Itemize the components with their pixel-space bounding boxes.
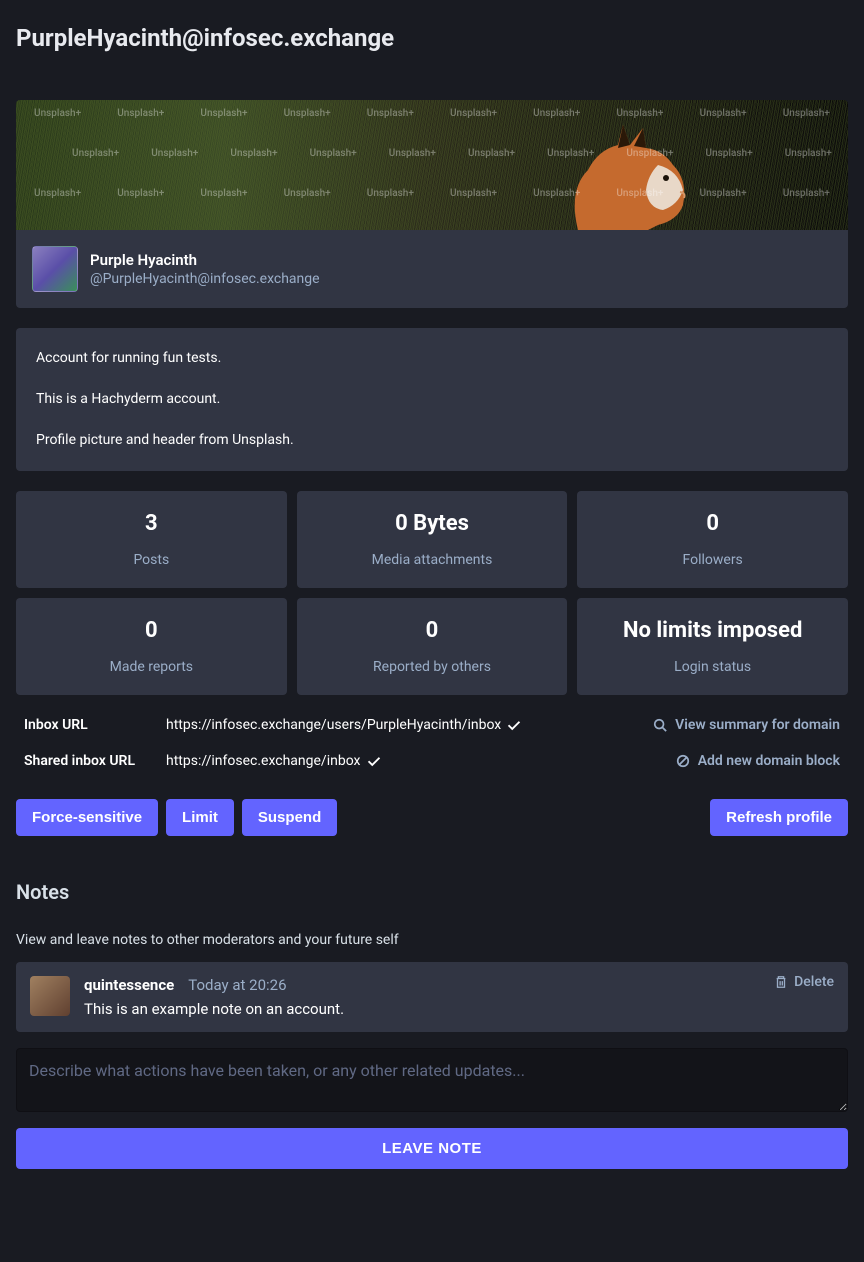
stat-label: Followers [587, 552, 838, 568]
stat-followers[interactable]: 0 Followers [577, 491, 848, 588]
note-author: quintessence [84, 976, 174, 994]
avatar [32, 246, 78, 292]
force-sensitive-button[interactable]: Force-sensitive [16, 799, 158, 836]
stat-made-reports[interactable]: 0 Made reports [16, 598, 287, 695]
display-name: Purple Hyacinth [90, 251, 320, 269]
stat-value: 0 [307, 618, 558, 643]
stat-media[interactable]: 0 Bytes Media attachments [297, 491, 568, 588]
note-text: This is an example note on an account. [84, 1000, 834, 1018]
details-label: Shared inbox URL [24, 753, 166, 769]
suspend-button[interactable]: Suspend [242, 799, 337, 836]
stat-label: Login status [587, 659, 838, 675]
stat-value: 3 [26, 511, 277, 536]
bio-line: This is a Hachyderm account. [36, 389, 828, 410]
details-table: Inbox URL https://infosec.exchange/users… [16, 707, 848, 779]
stat-value: 0 [587, 511, 838, 536]
stat-login-status: No limits imposed Login status [577, 598, 848, 695]
ban-icon [676, 754, 690, 768]
refresh-profile-button[interactable]: Refresh profile [710, 799, 848, 836]
stat-label: Made reports [26, 659, 277, 675]
action-row: Force-sensitive Limit Suspend Refresh pr… [16, 799, 848, 836]
note-timestamp: Today at 20:26 [188, 976, 286, 994]
details-value: https://infosec.exchange/users/PurpleHya… [166, 717, 653, 733]
details-label: Inbox URL [24, 717, 166, 733]
stat-label: Reported by others [307, 659, 558, 675]
delete-note-button[interactable]: Delete [774, 974, 834, 990]
stat-value: No limits imposed [587, 618, 838, 643]
watermarks: Unsplash+Unsplash+Unsplash+Unsplash+Unsp… [16, 100, 848, 230]
bio-line: Profile picture and header from Unsplash… [36, 430, 828, 451]
stat-posts[interactable]: 3 Posts [16, 491, 287, 588]
note-item: quintessence Today at 20:26 This is an e… [16, 962, 848, 1032]
account-handle: @PurpleHyacinth@infosec.exchange [90, 271, 320, 287]
details-value: https://infosec.exchange/inbox [166, 753, 676, 769]
trash-icon [774, 975, 788, 989]
note-textarea[interactable] [16, 1048, 848, 1112]
stat-value: 0 [26, 618, 277, 643]
bio-line: Account for running fun tests. [36, 348, 828, 369]
fox-illustration [548, 120, 708, 230]
stats-grid: 3 Posts 0 Bytes Media attachments 0 Foll… [16, 491, 848, 588]
note-avatar [30, 976, 70, 1016]
notes-heading: Notes [16, 880, 848, 904]
view-summary-link[interactable]: View summary for domain [653, 717, 840, 733]
details-row-shared-inbox: Shared inbox URL https://infosec.exchang… [16, 743, 848, 779]
add-domain-block-link[interactable]: Add new domain block [676, 753, 840, 769]
header-image: Unsplash+Unsplash+Unsplash+Unsplash+Unsp… [16, 100, 848, 230]
stat-reported-by[interactable]: 0 Reported by others [297, 598, 568, 695]
page-title: PurpleHyacinth@infosec.exchange [16, 24, 848, 52]
leave-note-button[interactable]: LEAVE NOTE [16, 1128, 848, 1169]
bio-card: Account for running fun tests. This is a… [16, 328, 848, 471]
limit-button[interactable]: Limit [166, 799, 234, 836]
stat-value: 0 Bytes [307, 511, 558, 536]
profile-header-card: Unsplash+Unsplash+Unsplash+Unsplash+Unsp… [16, 100, 848, 308]
profile-bar: Purple Hyacinth @PurpleHyacinth@infosec.… [16, 230, 848, 308]
stat-label: Posts [26, 552, 277, 568]
stats-grid-2: 0 Made reports 0 Reported by others No l… [16, 598, 848, 695]
check-icon [507, 718, 521, 732]
check-icon [367, 754, 381, 768]
notes-description: View and leave notes to other moderators… [16, 932, 848, 948]
details-row-inbox: Inbox URL https://infosec.exchange/users… [16, 707, 848, 743]
stat-label: Media attachments [307, 552, 558, 568]
search-icon [653, 718, 667, 732]
